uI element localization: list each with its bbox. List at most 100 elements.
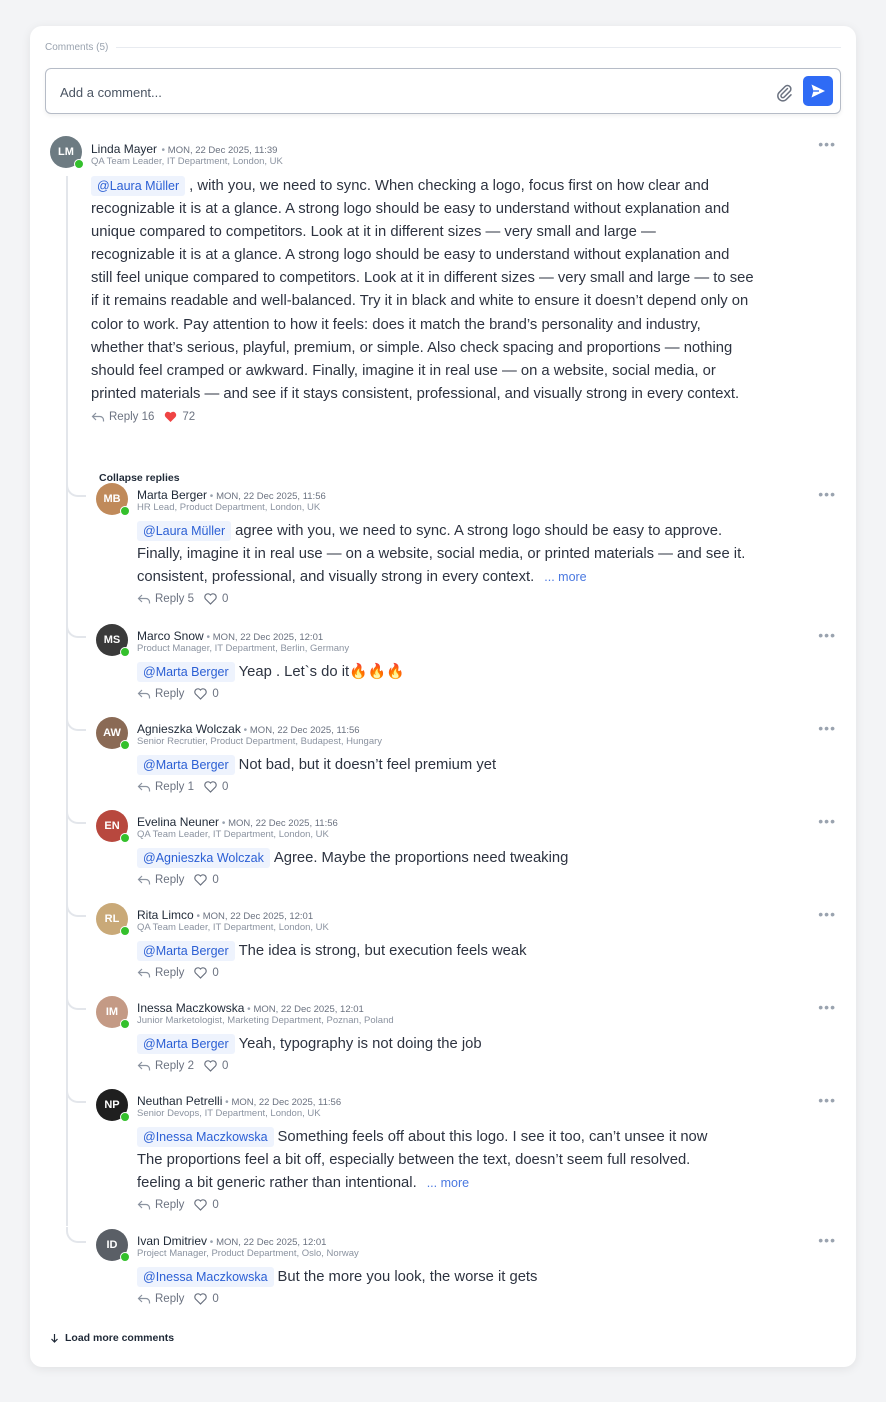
- mention-tag[interactable]: @Agnieszka Wolczak: [137, 848, 270, 868]
- mention-tag[interactable]: @Laura Müller: [137, 521, 232, 541]
- comment-actions: Reply 0: [137, 1199, 219, 1211]
- more-dots-icon[interactable]: •••: [818, 1092, 836, 1108]
- author-name[interactable]: Neuthan Petrelli: [137, 1094, 222, 1108]
- comment-line: @Marta Berger Not bad, but it doesn’t fee…: [137, 754, 847, 777]
- heart-icon[interactable]: [164, 411, 177, 423]
- avatar: AW: [96, 717, 130, 750]
- heart-icon[interactable]: [204, 1060, 217, 1072]
- comment-line: recognizable it is at a glance. A strong…: [91, 201, 730, 218]
- more-dots-icon[interactable]: •••: [818, 627, 836, 643]
- author-name[interactable]: Linda Mayer: [91, 142, 157, 156]
- comment-date: MON, 22 Dec 2025, 12:01: [212, 632, 324, 643]
- comment-body: @Marta Berger Yeap . Let`s do it🔥🔥🔥: [137, 661, 847, 684]
- like-count: 72: [182, 411, 196, 423]
- reply-button[interactable]: Reply: [155, 967, 184, 979]
- online-indicator: [120, 833, 130, 843]
- load-more-button[interactable]: Load more comments: [50, 1332, 174, 1344]
- author-role: Junior Marketologist, Marketing Departme…: [137, 1015, 394, 1026]
- comment-date: MON, 22 Dec 2025, 11:39: [167, 145, 278, 156]
- comment-body: @Marta Berger Not bad, but it doesn’t fee…: [137, 754, 847, 777]
- send-button[interactable]: [803, 76, 833, 106]
- mention-tag[interactable]: @Inessa Maczkowska: [137, 1127, 274, 1147]
- heart-icon[interactable]: [194, 1199, 208, 1212]
- arrow-down-icon: [51, 1334, 58, 1343]
- reply-arrow-icon: [137, 689, 151, 699]
- author-name[interactable]: Marco Snow: [137, 629, 204, 643]
- heart-icon[interactable]: [194, 967, 208, 979]
- avatar: RL: [96, 903, 130, 936]
- comment-date: MON, 22 Dec 2025, 12:01: [253, 1004, 364, 1015]
- paperclip-icon[interactable]: [774, 82, 794, 102]
- author-name[interactable]: Marta Berger: [137, 488, 207, 502]
- reply-button[interactable]: Reply 1: [155, 781, 194, 793]
- mention-tag[interactable]: @Marta Berger: [137, 1034, 235, 1054]
- avatar: ID: [96, 1229, 130, 1262]
- mention-tag[interactable]: @Marta Berger: [137, 662, 235, 682]
- author-role: Product Manager, IT Department, Berlin, …: [137, 643, 350, 654]
- more-link[interactable]: ... more: [544, 570, 586, 584]
- comment-line: recognizable it is at a glance. A strong…: [91, 247, 730, 264]
- online-indicator: [120, 926, 130, 936]
- comment-text: The idea is strong, but execution feels …: [238, 943, 527, 959]
- reply-button[interactable]: Reply: [155, 874, 184, 886]
- author-name[interactable]: Agnieszka Wolczak: [137, 722, 241, 736]
- mention-tag[interactable]: @Inessa Maczkowska: [137, 1267, 274, 1287]
- avatar-initials: RL: [104, 913, 120, 925]
- comment-line: unique compared to competitors. Look at …: [91, 224, 656, 241]
- more-dots-icon[interactable]: •••: [818, 906, 836, 922]
- heart-icon[interactable]: [194, 874, 208, 886]
- author-name[interactable]: Ivan Dmitriev: [137, 1234, 207, 1248]
- online-indicator: [120, 1112, 130, 1122]
- comment-actions: Reply 5 0: [137, 593, 228, 605]
- heart-icon[interactable]: [194, 688, 208, 700]
- comment-line: @Agnieszka Wolczak Agree. Maybe the propo…: [137, 847, 847, 870]
- comment-body: @Inessa Maczkowska Something feels off ab…: [137, 1126, 847, 1195]
- avatar: IM: [96, 996, 130, 1029]
- thread-branch: [66, 481, 86, 497]
- comment-line: should feel cramped or awkward. Finally,…: [91, 362, 716, 379]
- more-dots-icon[interactable]: •••: [818, 999, 836, 1015]
- author-name[interactable]: Rita Limco: [137, 908, 194, 922]
- comment-actions: Reply 0: [137, 967, 219, 979]
- avatar: MS: [96, 624, 130, 657]
- reply-button[interactable]: Reply 16: [109, 411, 154, 423]
- thread-branch: [66, 1227, 86, 1243]
- reply-button[interactable]: Reply: [155, 688, 184, 700]
- more-dots-icon[interactable]: •••: [818, 136, 836, 152]
- reply-button[interactable]: Reply 5: [155, 593, 194, 605]
- more-dots-icon[interactable]: •••: [818, 720, 836, 736]
- comment-actions: Reply 1 0: [137, 781, 228, 793]
- online-indicator: [120, 647, 130, 657]
- avatar-initials: ID: [106, 1239, 118, 1251]
- comment-text: Agree. Maybe the proportions need tweaki…: [273, 850, 569, 866]
- comment-body: @Laura Müller agree with you, we need to …: [137, 520, 847, 589]
- author-name[interactable]: Inessa Maczkowska: [137, 1001, 244, 1015]
- thread-branch: [66, 994, 86, 1010]
- like-count: 0: [212, 688, 219, 701]
- mention-tag[interactable]: @Marta Berger: [137, 755, 235, 775]
- heart-icon[interactable]: [194, 1293, 208, 1305]
- more-dots-icon[interactable]: •••: [818, 486, 836, 502]
- avatar: LM: [50, 136, 84, 169]
- comment-line: @Laura Müller, with you, we need to sync…: [91, 175, 846, 198]
- heart-icon[interactable]: [204, 593, 217, 606]
- reply-button[interactable]: Reply 2: [155, 1060, 194, 1072]
- more-link[interactable]: ... more: [427, 1176, 469, 1190]
- author-name[interactable]: Evelina Neuner: [137, 815, 219, 829]
- comment-text: , with you, we need to sync. When checki…: [189, 178, 709, 194]
- comments-card: Comments (5) LM Linda Mayer • MON, 22 De…: [30, 26, 856, 1367]
- more-dots-icon[interactable]: •••: [818, 813, 836, 829]
- heart-icon[interactable]: [204, 781, 217, 793]
- more-dots-icon[interactable]: •••: [818, 1232, 836, 1248]
- mention-tag[interactable]: @Marta Berger: [137, 941, 235, 961]
- reply-button[interactable]: Reply: [155, 1199, 184, 1211]
- avatar-initials: LM: [58, 146, 74, 158]
- comment-actions: Reply 0: [137, 1293, 219, 1305]
- comment-text: Yeap . Let`s do it🔥🔥🔥: [238, 664, 405, 680]
- reply-button[interactable]: Reply: [155, 1293, 184, 1305]
- comment-text: agree with you, we need to sync. A stron…: [235, 523, 723, 539]
- comment-date: MON, 22 Dec 2025, 11:56: [216, 491, 326, 502]
- mention-tag[interactable]: @Laura Müller: [91, 176, 186, 196]
- comment-date: MON, 22 Dec 2025, 12:01: [216, 1237, 327, 1248]
- comment-input[interactable]: [60, 82, 740, 102]
